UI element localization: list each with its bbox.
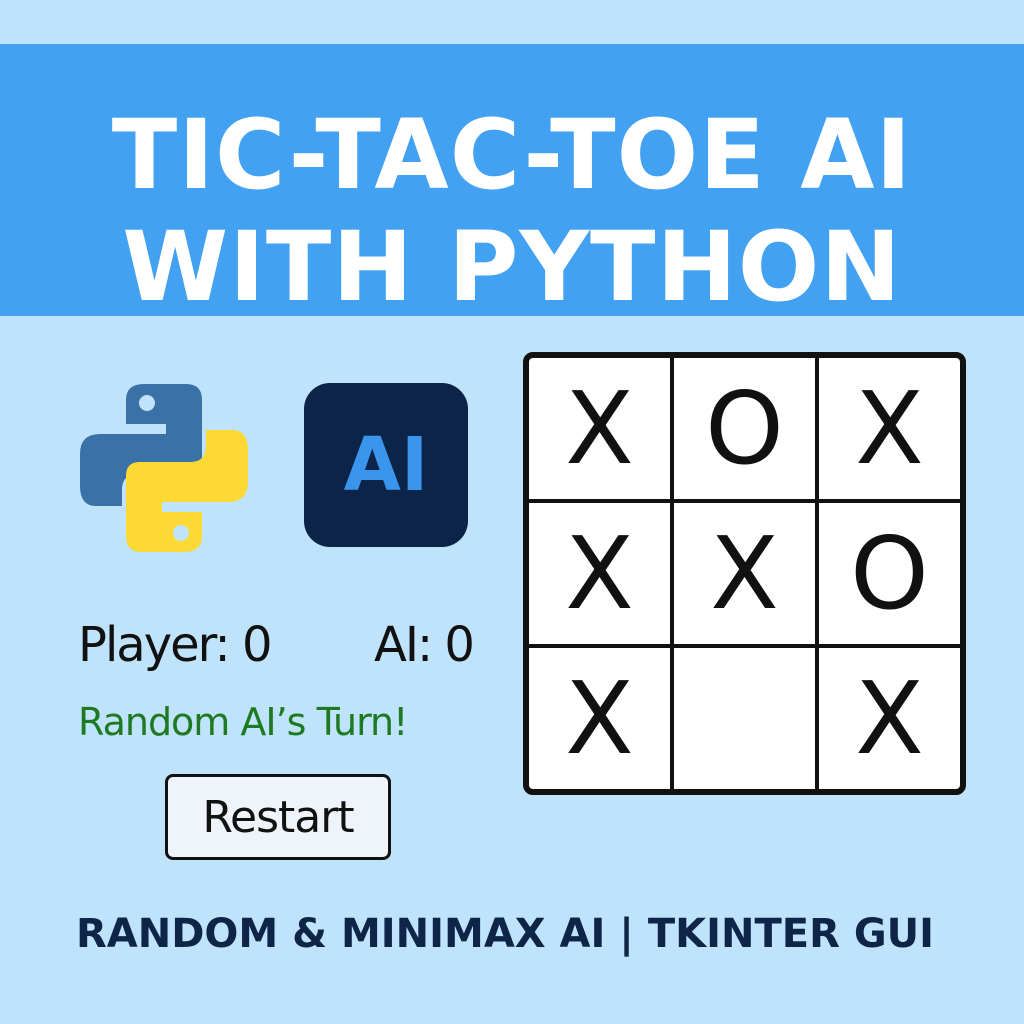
title-line-2: WITH PYTHON (122, 211, 902, 323)
title-banner: TIC-TAC-TOE AI WITH PYTHON (0, 44, 1024, 322)
board-cell-6[interactable]: O (819, 503, 960, 644)
board-cell-5[interactable]: X (674, 503, 815, 644)
game-board: X O X X X O X X (523, 352, 966, 795)
board-cell-9[interactable]: X (819, 648, 960, 789)
board-cell-7[interactable]: X (529, 648, 670, 789)
python-eye-top (139, 395, 155, 411)
footer-caption: RANDOM & MINIMAX AI | TKINTER GUI (75, 911, 935, 957)
ai-badge-icon: AI (304, 383, 468, 547)
board-cell-2[interactable]: O (674, 358, 815, 499)
ai-score: AI: 0 (374, 617, 475, 673)
board-cell-1[interactable]: X (529, 358, 670, 499)
python-eye-bottom (173, 525, 189, 541)
board-cell-4[interactable]: X (529, 503, 670, 644)
title-line-1: TIC-TAC-TOE AI (111, 99, 913, 211)
restart-button[interactable]: Restart (165, 774, 391, 860)
board-cell-8[interactable] (674, 648, 815, 789)
board-cell-3[interactable]: X (819, 358, 960, 499)
python-logo-icon (80, 384, 248, 552)
ai-badge-label: AI (343, 422, 429, 508)
turn-status: Random AI’s Turn! (78, 700, 408, 744)
player-score: Player: 0 (78, 617, 272, 673)
